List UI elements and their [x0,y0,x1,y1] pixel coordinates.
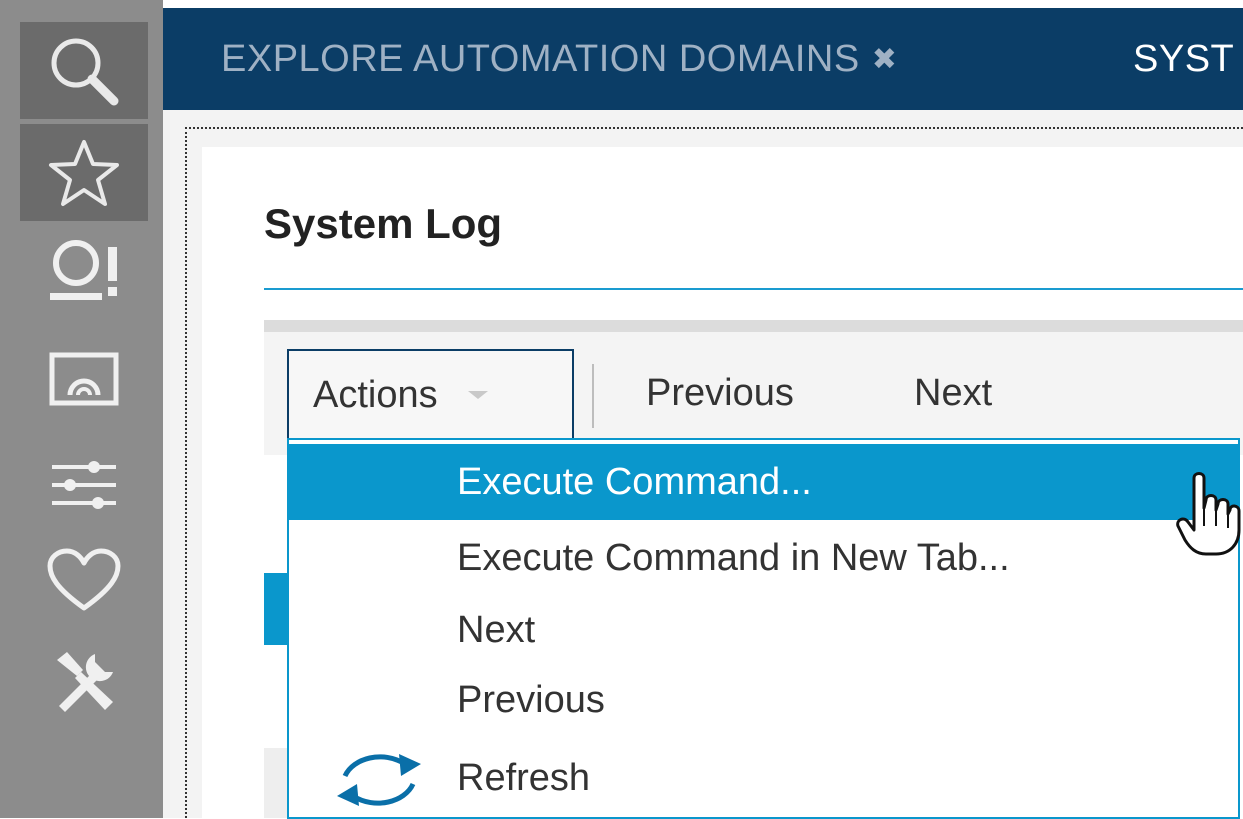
tools-icon [57,651,113,712]
heart-icon [47,548,121,610]
close-icon[interactable]: ✖ [872,42,898,77]
next-button[interactable]: Next [914,372,992,415]
tab-label: EXPLORE AUTOMATION DOMAINS [221,37,860,80]
sidebar-settings-button[interactable] [20,436,148,533]
actions-dropdown-button[interactable]: Actions [287,349,574,441]
monitor-icon [49,352,119,405]
menu-item-execute-command-new-tab[interactable]: Execute Command in New Tab... [289,520,1238,596]
sidebar-tools-button[interactable] [20,634,148,731]
page-title: System Log [264,200,503,247]
chevron-down-icon [467,391,488,399]
menu-item-refresh[interactable]: Refresh [289,740,1238,816]
previous-button[interactable]: Previous [646,372,794,415]
user-alert-icon [50,239,117,300]
menu-item-label: Refresh [457,756,591,799]
hand-cursor-icon [1176,472,1241,556]
tab-label: SYST [1133,37,1235,80]
sidebar-user-alerts-button[interactable] [20,222,148,319]
tab-system-log[interactable]: SYST [1133,8,1234,110]
tab-bar: EXPLORE AUTOMATION DOMAINS ✖ SYST [163,0,1243,110]
menu-item-label: Execute Command... [457,460,812,503]
search-icon [51,38,119,105]
actions-menu: Execute Command... Execute Command in Ne… [287,438,1240,819]
refresh-icon [337,754,421,806]
menu-item-label: Next [457,608,536,651]
menu-item-label: Execute Command in New Tab... [457,536,1010,579]
sidebar-monitor-button[interactable] [20,330,148,427]
menu-item-execute-command[interactable]: Execute Command... [289,444,1238,520]
sidebar-health-button[interactable] [20,532,148,629]
sliders-icon [52,460,116,509]
toolbar-separator [592,364,594,428]
actions-label: Actions [313,373,438,416]
sidebar-search-button[interactable] [20,22,148,119]
tabbar-top-edge [163,0,1243,8]
menu-item-label: Previous [457,678,605,721]
menu-item-previous[interactable]: Previous [289,662,1238,738]
menu-item-next[interactable]: Next [289,592,1238,668]
star-icon [49,139,119,206]
left-sidebar [0,0,163,818]
title-divider [264,288,1243,290]
sidebar-favorites-button[interactable] [20,124,148,221]
tab-explore-automation-domains[interactable]: EXPLORE AUTOMATION DOMAINS ✖ [221,8,897,110]
